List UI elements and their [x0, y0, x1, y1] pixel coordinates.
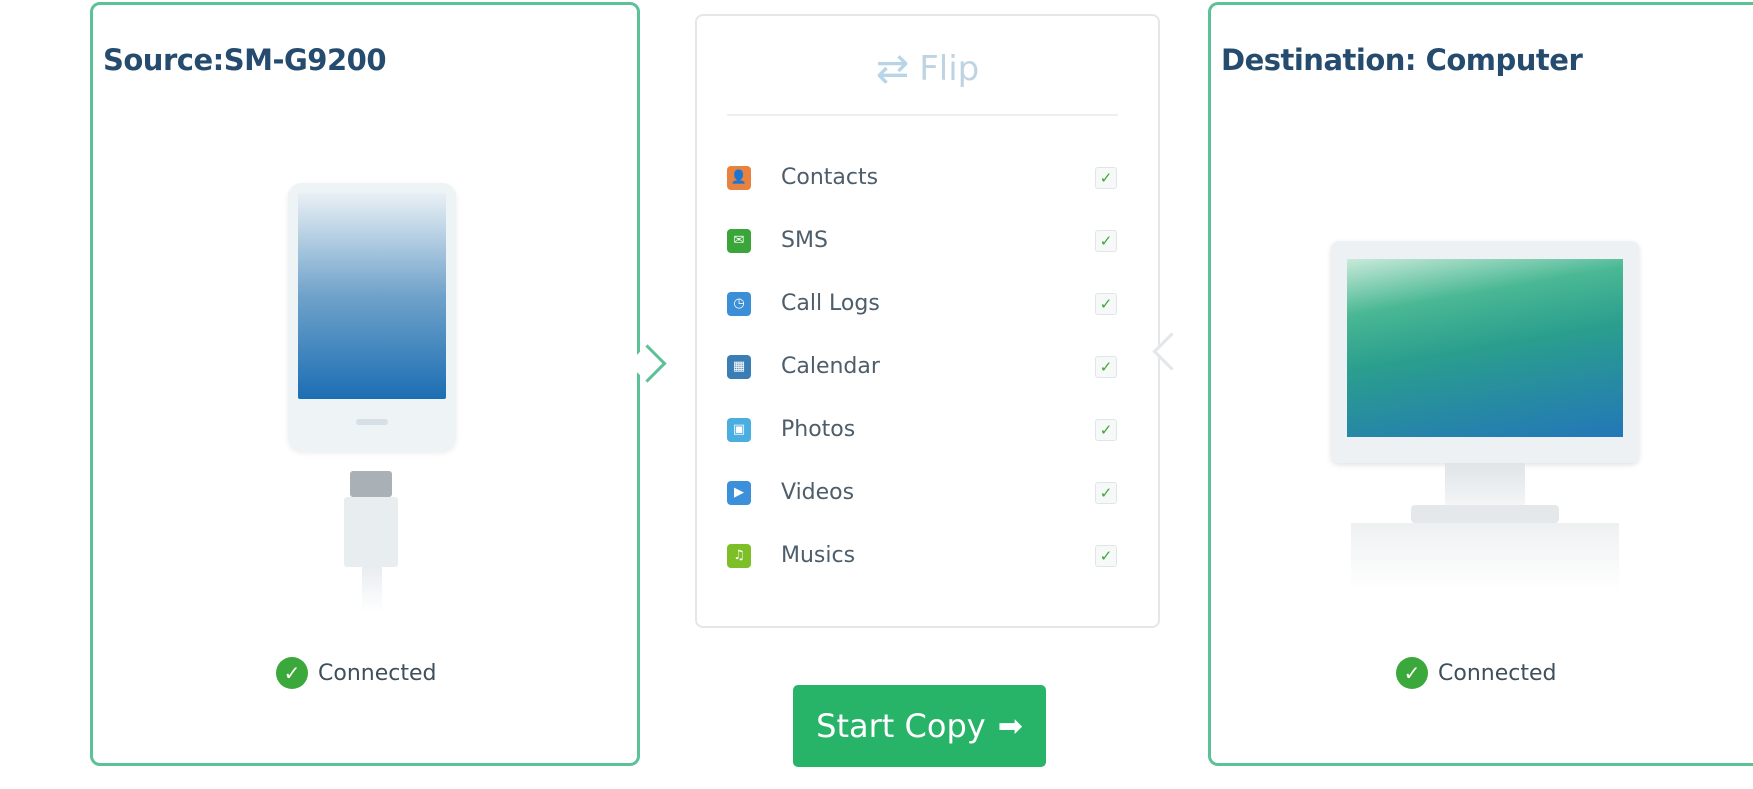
content-item-label: Call Logs	[781, 291, 880, 316]
source-title: Source:SM-G9200	[103, 43, 387, 77]
content-type-list: 👤 Contacts ✓ ✉ SMS ✓ ◷ Call Logs ✓ ▦ Calendar ✓ ▣ Pho…	[727, 146, 1117, 587]
start-copy-button[interactable]: Start Copy ➡	[793, 685, 1046, 767]
content-item-label: Calendar	[781, 354, 880, 379]
content-item-videos[interactable]: ▶ Videos ✓	[727, 461, 1117, 524]
flip-button[interactable]: ⇄ Flip	[697, 46, 1158, 92]
source-status-label: Connected	[318, 660, 437, 686]
swap-arrows-icon: ⇄	[875, 46, 910, 92]
call-logs-icon: ◷	[727, 291, 751, 316]
item-checkbox[interactable]: ✓	[1095, 481, 1117, 504]
monitor-reflection	[1351, 523, 1619, 591]
content-selection-panel: ⇄ Flip 👤 Contacts ✓ ✉ SMS ✓ ◷ Call Logs ✓ ▦ Calend…	[695, 14, 1160, 628]
source-status: ✓ Connected	[276, 657, 436, 689]
usb-cable	[362, 567, 382, 613]
item-checkbox[interactable]: ✓	[1095, 229, 1117, 252]
content-item-label: Photos	[781, 417, 856, 442]
monitor-base	[1411, 505, 1559, 523]
content-item-label: SMS	[781, 228, 828, 253]
content-item-label: Contacts	[781, 165, 879, 190]
phone-transfer-screen: Source:SM-G9200 ✓ Connected ⇄ Flip 👤 Cont…	[0, 0, 1753, 789]
calendar-icon: ▦	[727, 354, 751, 379]
phone-home-button	[356, 419, 388, 425]
monitor-frame	[1331, 241, 1639, 463]
flip-label: Flip	[919, 49, 980, 89]
contacts-icon: 👤	[727, 165, 751, 190]
content-item-label: Musics	[781, 543, 856, 568]
videos-icon: ▶	[727, 480, 751, 505]
item-checkbox[interactable]: ✓	[1095, 166, 1117, 189]
photos-icon: ▣	[727, 417, 751, 442]
destination-panel: Destination: Computer ✓ Connected	[1208, 2, 1753, 766]
phone-body	[288, 183, 456, 451]
check-circle-icon: ✓	[276, 657, 308, 689]
content-item-calendar[interactable]: ▦ Calendar ✓	[727, 335, 1117, 398]
monitor-screen	[1347, 259, 1623, 437]
item-checkbox[interactable]: ✓	[1095, 292, 1117, 315]
monitor-icon	[1331, 241, 1641, 591]
destination-status: ✓ Connected	[1396, 657, 1556, 689]
content-item-contacts[interactable]: 👤 Contacts ✓	[727, 146, 1117, 209]
check-circle-icon: ✓	[1396, 657, 1428, 689]
content-item-call-logs[interactable]: ◷ Call Logs ✓	[727, 272, 1117, 335]
phone-icon	[288, 183, 458, 613]
item-checkbox[interactable]: ✓	[1095, 418, 1117, 441]
start-copy-label: Start Copy	[816, 707, 986, 745]
source-panel: Source:SM-G9200 ✓ Connected	[90, 2, 640, 766]
content-item-musics[interactable]: ♫ Musics ✓	[727, 524, 1117, 587]
item-checkbox[interactable]: ✓	[1095, 544, 1117, 567]
phone-screen	[298, 193, 446, 399]
destination-status-label: Connected	[1438, 660, 1557, 686]
content-item-photos[interactable]: ▣ Photos ✓	[727, 398, 1117, 461]
sms-icon: ✉	[727, 228, 751, 253]
monitor-stand	[1445, 463, 1525, 505]
destination-title: Destination: Computer	[1221, 43, 1583, 77]
divider	[727, 114, 1118, 116]
usb-plug-icon	[350, 471, 392, 497]
usb-connector	[344, 497, 398, 567]
musics-icon: ♫	[727, 543, 751, 568]
content-item-sms[interactable]: ✉ SMS ✓	[727, 209, 1117, 272]
item-checkbox[interactable]: ✓	[1095, 355, 1117, 378]
content-item-label: Videos	[781, 480, 855, 505]
arrow-right-icon: ➡	[997, 708, 1023, 744]
